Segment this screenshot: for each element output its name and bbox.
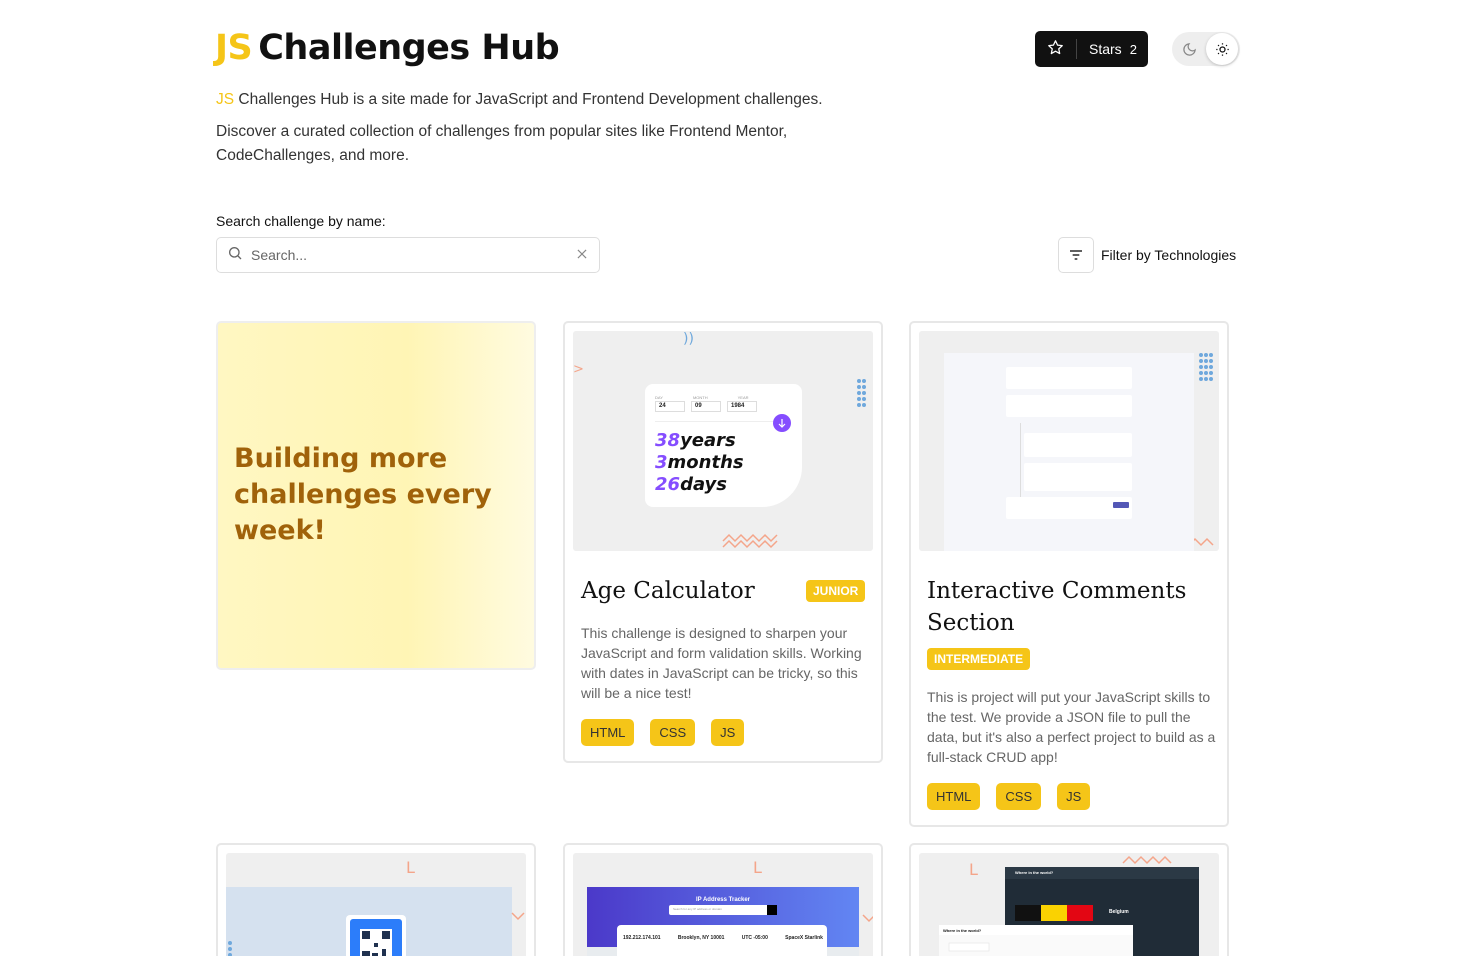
field-value: 24 bbox=[655, 401, 685, 412]
svg-text:L: L bbox=[753, 858, 762, 877]
svg-text:L: L bbox=[406, 858, 415, 877]
intro-text: JS Challenges Hub is a site made for Jav… bbox=[216, 88, 856, 176]
logo-text: Challenges Hub bbox=[258, 28, 560, 68]
countries-header: Where in the world? bbox=[1015, 870, 1054, 875]
challenge-preview-image: L IP Address Tracker Search for any IP a… bbox=[573, 853, 873, 956]
ip-preview-placeholder: Search for any IP address or domain bbox=[673, 907, 722, 911]
filter-button[interactable] bbox=[1058, 237, 1094, 273]
field-label: YEAR bbox=[737, 395, 749, 400]
intro-line-1-text: Challenges Hub is a site made for JavaSc… bbox=[234, 91, 823, 108]
countries-header-light: Where in the world? bbox=[943, 928, 982, 933]
sun-icon[interactable] bbox=[1206, 33, 1238, 65]
filter-icon bbox=[1070, 250, 1082, 260]
stars-count: 2 bbox=[1129, 41, 1137, 57]
tag-js[interactable]: JS bbox=[1057, 783, 1091, 810]
field-label: DAY bbox=[655, 395, 663, 400]
intro-accent: JS bbox=[216, 91, 235, 108]
theme-toggle[interactable] bbox=[1172, 32, 1240, 66]
divider bbox=[1076, 39, 1077, 59]
ip-preview-values: 192.212.174.101 Brooklyn, NY 10001 UTC -… bbox=[623, 935, 823, 941]
challenge-title: Interactive Comments Section bbox=[927, 578, 1187, 636]
field-value: 09 bbox=[691, 401, 721, 412]
filter-label: Filter by Technologies bbox=[1101, 247, 1237, 263]
tag-js[interactable]: JS bbox=[711, 719, 745, 746]
level-badge: JUNIOR bbox=[806, 580, 866, 602]
challenge-preview-image: L bbox=[226, 853, 526, 956]
challenge-preview-image bbox=[919, 331, 1219, 551]
comments-preview bbox=[944, 353, 1194, 551]
page: JS Challenges Hub Stars 2 JS Challenges … bbox=[0, 0, 1458, 956]
tech-tags: HTML CSS JS bbox=[581, 719, 745, 746]
challenge-card-countries[interactable]: L Where in the world? Belgium Where in t… bbox=[909, 843, 1229, 956]
logo-accent: JS bbox=[215, 28, 253, 68]
search-input[interactable] bbox=[251, 247, 575, 263]
challenge-description: This is project will put your JavaScript… bbox=[927, 689, 1216, 765]
result-line: 3months bbox=[655, 452, 744, 473]
svg-text:)): )) bbox=[683, 331, 694, 347]
tech-tags: HTML CSS JS bbox=[927, 783, 1091, 810]
challenge-card-interactive-comments[interactable]: Interactive Comments Section INTERMEDIAT… bbox=[909, 321, 1229, 827]
search-label: Search challenge by name: bbox=[216, 213, 386, 229]
filter-technologies[interactable]: Filter by Technologies bbox=[1058, 237, 1236, 273]
tag-css[interactable]: CSS bbox=[650, 719, 696, 746]
field-value: 1984 bbox=[727, 401, 757, 412]
search-box bbox=[216, 237, 600, 273]
ip-preview-title: IP Address Tracker bbox=[695, 897, 751, 903]
challenge-preview-image: )) > DAY MONTH YEAR 24 09 1984 38years 3… bbox=[573, 331, 873, 551]
svg-text:>: > bbox=[573, 362, 584, 377]
challenge-title: Age Calculator bbox=[581, 578, 755, 604]
result-line: 38years bbox=[655, 430, 736, 451]
level-badge: INTERMEDIATE bbox=[927, 648, 1031, 670]
challenge-card-ip-tracker[interactable]: L IP Address Tracker Search for any IP a… bbox=[563, 843, 883, 956]
arrow-icon bbox=[773, 414, 791, 432]
intro-line-2: Discover a curated collection of challen… bbox=[216, 123, 788, 164]
tag-css[interactable]: CSS bbox=[996, 783, 1042, 810]
github-stars-button[interactable]: Stars 2 bbox=[1035, 31, 1148, 67]
tag-html[interactable]: HTML bbox=[927, 783, 981, 810]
field-label: MONTH bbox=[692, 395, 708, 400]
promo-card: Building more challenges every week! bbox=[216, 321, 536, 670]
age-form-preview: DAY MONTH YEAR 24 09 1984 38years 3month… bbox=[645, 384, 802, 507]
intro-line-1: JS Challenges Hub is a site made for Jav… bbox=[216, 88, 856, 112]
tag-html[interactable]: HTML bbox=[581, 719, 635, 746]
star-icon bbox=[1047, 39, 1064, 59]
challenge-preview-image: L Where in the world? Belgium Where in t… bbox=[919, 853, 1219, 956]
challenge-card-age-calculator[interactable]: )) > DAY MONTH YEAR 24 09 1984 38years 3… bbox=[563, 321, 883, 763]
site-logo[interactable]: JS Challenges Hub bbox=[215, 28, 560, 68]
clear-icon[interactable] bbox=[575, 246, 589, 265]
search-icon bbox=[227, 245, 243, 265]
svg-text:L: L bbox=[969, 860, 978, 879]
countries-country: Belgium bbox=[1109, 909, 1129, 915]
stars-label: Stars bbox=[1089, 41, 1122, 57]
result-line: 26days bbox=[655, 474, 727, 495]
moon-icon[interactable] bbox=[1172, 32, 1206, 66]
challenge-card-qr-code[interactable]: L bbox=[216, 843, 536, 956]
challenge-description: This challenge is designed to sharpen yo… bbox=[581, 625, 862, 701]
promo-text: Building more challenges every week! bbox=[234, 443, 492, 546]
page-scrollbar[interactable] bbox=[1452, 0, 1458, 956]
